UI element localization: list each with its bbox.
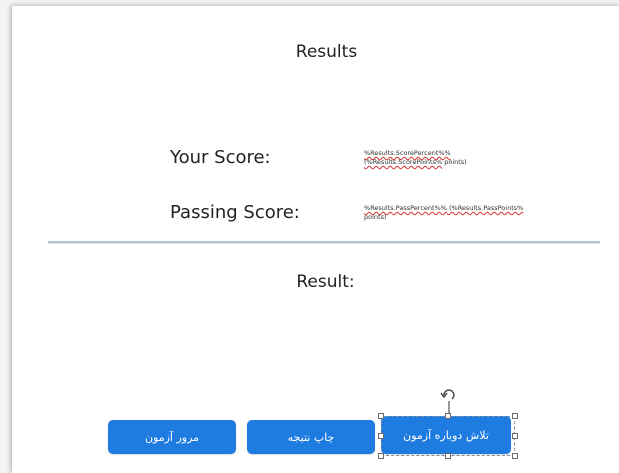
passing-score-label[interactable]: Passing Score: xyxy=(170,202,300,223)
divider-line xyxy=(48,241,600,244)
result-label[interactable]: Result: xyxy=(22,272,619,292)
resize-handle-bottom-left[interactable] xyxy=(378,453,384,459)
passing-variable-text[interactable]: %Results.PassPercent%% (%Results.PassPoi… xyxy=(364,204,594,222)
pass-percent-variable: %Results.PassPercent%% xyxy=(364,204,447,212)
results-title[interactable]: Results xyxy=(23,42,619,62)
resize-handle-middle-left[interactable] xyxy=(378,433,384,439)
rotate-handle-icon[interactable] xyxy=(438,387,458,415)
pass-points-suffix: points) xyxy=(364,213,387,221)
resize-handle-top-left[interactable] xyxy=(378,413,384,419)
resize-handle-middle-right[interactable] xyxy=(512,433,518,439)
score-percent-variable: %Results.ScorePercent%% xyxy=(364,149,451,157)
review-quiz-button[interactable]: مرور آزمون xyxy=(108,420,236,454)
your-score-label[interactable]: Your Score: xyxy=(170,147,271,168)
pass-points-variable: (%Results.PassPoints% xyxy=(446,204,524,212)
retry-quiz-button[interactable]: تلاش دوباره آزمون xyxy=(381,416,511,454)
score-points-suffix: points) xyxy=(442,158,467,166)
score-points-variable: (%Results.ScorePoints% xyxy=(364,158,443,166)
slide-canvas: Results Your Score: %Results.ScorePercen… xyxy=(12,6,619,473)
resize-handle-bottom-right[interactable] xyxy=(512,453,518,459)
resize-handle-top-right[interactable] xyxy=(512,413,518,419)
print-result-button[interactable]: چاپ نتیجه xyxy=(247,420,375,454)
resize-handle-bottom-center[interactable] xyxy=(445,453,451,459)
score-variable-text[interactable]: %Results.ScorePercent%% (%Results.ScoreP… xyxy=(364,149,534,167)
